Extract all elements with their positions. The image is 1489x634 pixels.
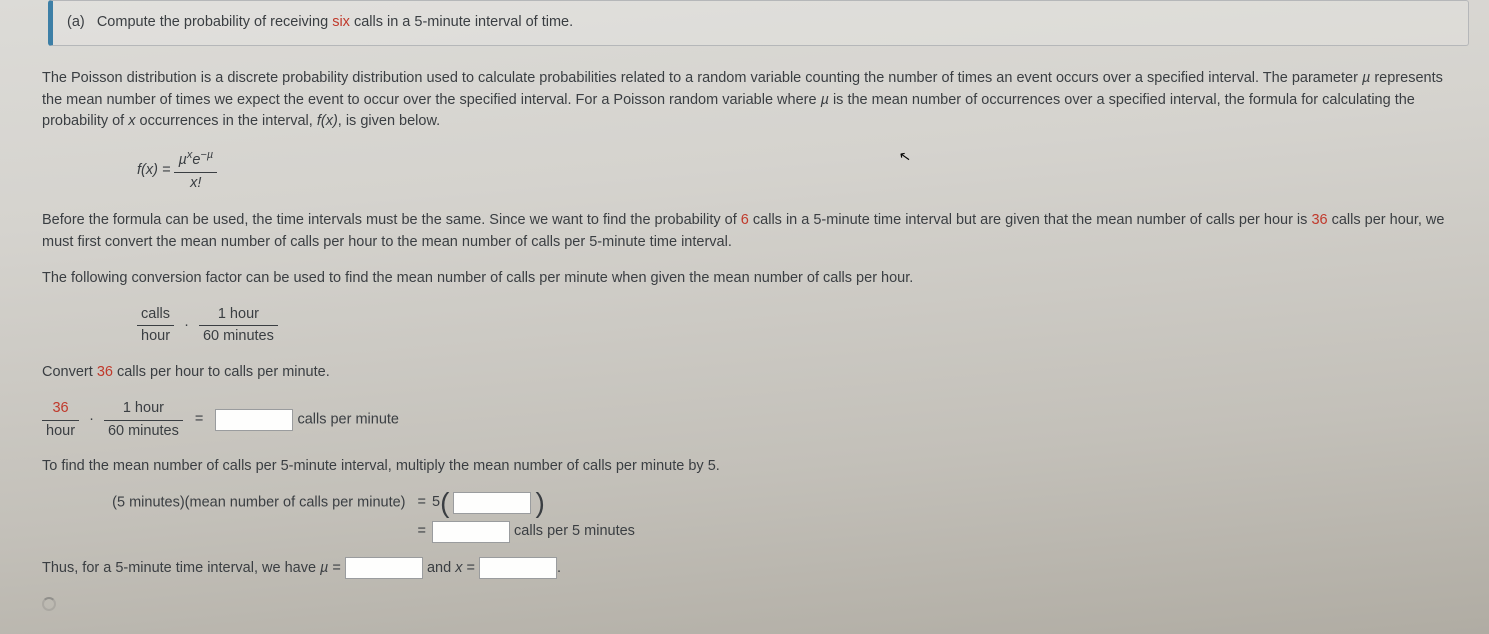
p6-eq1: =	[328, 560, 345, 576]
header-highlight: six	[332, 14, 350, 30]
eq2-lhs-row2: =	[42, 521, 432, 543]
conversion-factor-formula: calls hour · 1 hour 60 minutes	[137, 304, 1447, 349]
formula-fraction: µxe−µ x!	[174, 147, 217, 194]
eq1-n1: 36	[42, 398, 79, 421]
frac-1hour-60min: 1 hour 60 minutes	[104, 398, 183, 443]
paragraph-convert-36: Convert 36 calls per hour to calls per m…	[42, 362, 1447, 384]
header-text-1: Compute the probability of receiving	[97, 14, 332, 30]
eq1-d1: hour	[42, 421, 79, 443]
open-paren-icon: (	[440, 487, 449, 518]
header-text-2: calls in a 5-minute interval of time.	[350, 14, 573, 30]
p2-h1: 6	[741, 212, 749, 228]
p2-h2: 36	[1311, 212, 1327, 228]
p6-and: and	[423, 560, 455, 576]
paragraph-final: Thus, for a 5-minute time interval, we h…	[42, 557, 1447, 580]
frac-hour-min: 1 hour 60 minutes	[199, 304, 278, 349]
conv-n1: calls	[137, 304, 174, 327]
eq2-five: 5	[432, 494, 440, 510]
equation-calls-per-minute: 36 hour · 1 hour 60 minutes = calls per …	[42, 398, 1447, 443]
p1-t1: The Poisson distribution is a discrete p…	[42, 70, 1362, 86]
input-calls-per-minute[interactable]	[215, 409, 293, 431]
input-x-value[interactable]	[479, 557, 557, 579]
equals-sign-1: =	[195, 409, 203, 431]
conv-d2: 60 minutes	[199, 326, 278, 348]
part-label: (a)	[67, 14, 85, 30]
input-mu-value[interactable]	[345, 557, 423, 579]
equals-sign-2: =	[418, 492, 426, 514]
poisson-formula: f(x) = µxe−µ x!	[137, 147, 1447, 194]
paragraph-intro: The Poisson distribution is a discrete p…	[42, 68, 1447, 133]
eq2-lhs-text: (5 minutes)(mean number of calls per min…	[112, 495, 405, 511]
eq1-n2: 1 hour	[104, 398, 183, 421]
frac-calls-hour: calls hour	[137, 304, 174, 349]
loading-icon	[42, 597, 56, 611]
p4-t1: Convert	[42, 364, 97, 380]
equals-sign-3: =	[418, 521, 426, 543]
formula-lhs: f(x) =	[137, 162, 174, 178]
question-header: (a) Compute the probability of receiving…	[48, 0, 1469, 46]
eq2-lhs-row1: (5 minutes)(mean number of calls per min…	[42, 492, 432, 514]
equation-five-minute: (5 minutes)(mean number of calls per min…	[42, 492, 1447, 543]
paragraph-multiply-5: To find the mean number of calls per 5-m…	[42, 456, 1447, 478]
formula-sup-negmu: −µ	[200, 149, 213, 161]
p6-eq2: =	[462, 560, 479, 576]
close-paren-icon: )	[535, 487, 544, 518]
eq2-unit: calls per 5 minutes	[514, 523, 635, 539]
p1-t4: occurrences in the interval,	[136, 113, 317, 129]
eq1-d2: 60 minutes	[104, 421, 183, 443]
p4-h: 36	[97, 364, 113, 380]
input-mean-per-minute[interactable]	[453, 492, 531, 514]
formula-mu: µ	[178, 152, 186, 168]
x-symbol: x	[128, 113, 135, 129]
paragraph-conversion-factor: The following conversion factor can be u…	[42, 268, 1447, 290]
conv-d1: hour	[137, 326, 174, 348]
formula-den: x!	[174, 173, 217, 195]
p6-dot: .	[557, 560, 561, 576]
eq1-unit: calls per minute	[297, 411, 399, 427]
p6-t1: Thus, for a 5-minute time interval, we h…	[42, 560, 320, 576]
frac-36-hour: 36 hour	[42, 398, 79, 443]
fx-symbol: f(x)	[317, 113, 338, 129]
solution-content: The Poisson distribution is a discrete p…	[18, 68, 1471, 616]
p1-t5: , is given below.	[338, 113, 440, 129]
dot-multiply: ·	[184, 315, 189, 337]
p2-t2: calls in a 5-minute time interval but ar…	[749, 212, 1312, 228]
conv-n2: 1 hour	[199, 304, 278, 327]
input-calls-per-5min[interactable]	[432, 521, 510, 543]
paragraph-conversion-need: Before the formula can be used, the time…	[42, 210, 1447, 254]
mu-symbol-2: µ	[821, 92, 829, 108]
dot-multiply-2: ·	[89, 409, 94, 431]
p2-t1: Before the formula can be used, the time…	[42, 212, 741, 228]
p4-t2: calls per hour to calls per minute.	[113, 364, 330, 380]
